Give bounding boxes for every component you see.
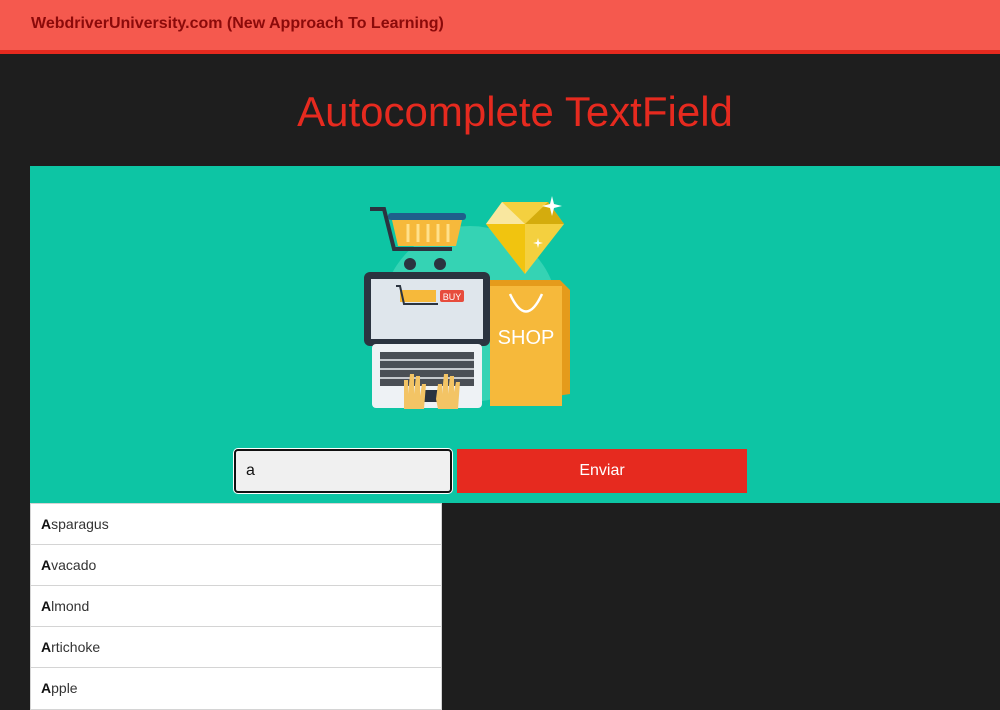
- shopping-illustration: BUY SHOP: [364, 196, 570, 409]
- brand-link[interactable]: WebdriverUniversity.com (New Approach To…: [31, 15, 444, 33]
- suggestion-item[interactable]: Artichoke: [31, 627, 441, 668]
- suggestion-rest: vacado: [51, 557, 97, 573]
- suggestion-match: A: [41, 516, 52, 532]
- laptop-icon: BUY: [364, 272, 490, 408]
- page-title: Autocomplete TextField: [297, 88, 733, 135]
- suggestion-rest: lmond: [51, 598, 90, 614]
- suggestion-item[interactable]: Apple: [31, 668, 441, 709]
- suggestion-match: A: [41, 598, 52, 614]
- top-navbar: WebdriverUniversity.com (New Approach To…: [0, 0, 1000, 54]
- svg-text:SHOP: SHOP: [498, 327, 555, 349]
- suggestion-item[interactable]: Almond: [31, 586, 441, 627]
- suggestion-rest: sparagus: [51, 516, 109, 532]
- food-search-input[interactable]: [234, 449, 452, 493]
- suggestion-item[interactable]: Asparagus: [31, 504, 441, 545]
- suggestion-rest: pple: [51, 680, 78, 696]
- submit-button[interactable]: Enviar: [457, 449, 747, 493]
- suggestion-match: A: [41, 557, 52, 573]
- autocomplete-list: Asparagus Avacado Almond Artichoke Apple: [30, 503, 442, 710]
- suggestion-item[interactable]: Avacado: [31, 545, 441, 586]
- suggestion-rest: rtichoke: [51, 639, 101, 655]
- svg-text:BUY: BUY: [443, 292, 462, 302]
- suggestion-match: A: [41, 639, 52, 655]
- suggestion-match: A: [41, 680, 52, 696]
- autocomplete-panel: BUY SHOP Enviar: [30, 166, 1000, 503]
- shopping-bag-icon: SHOP: [490, 280, 570, 406]
